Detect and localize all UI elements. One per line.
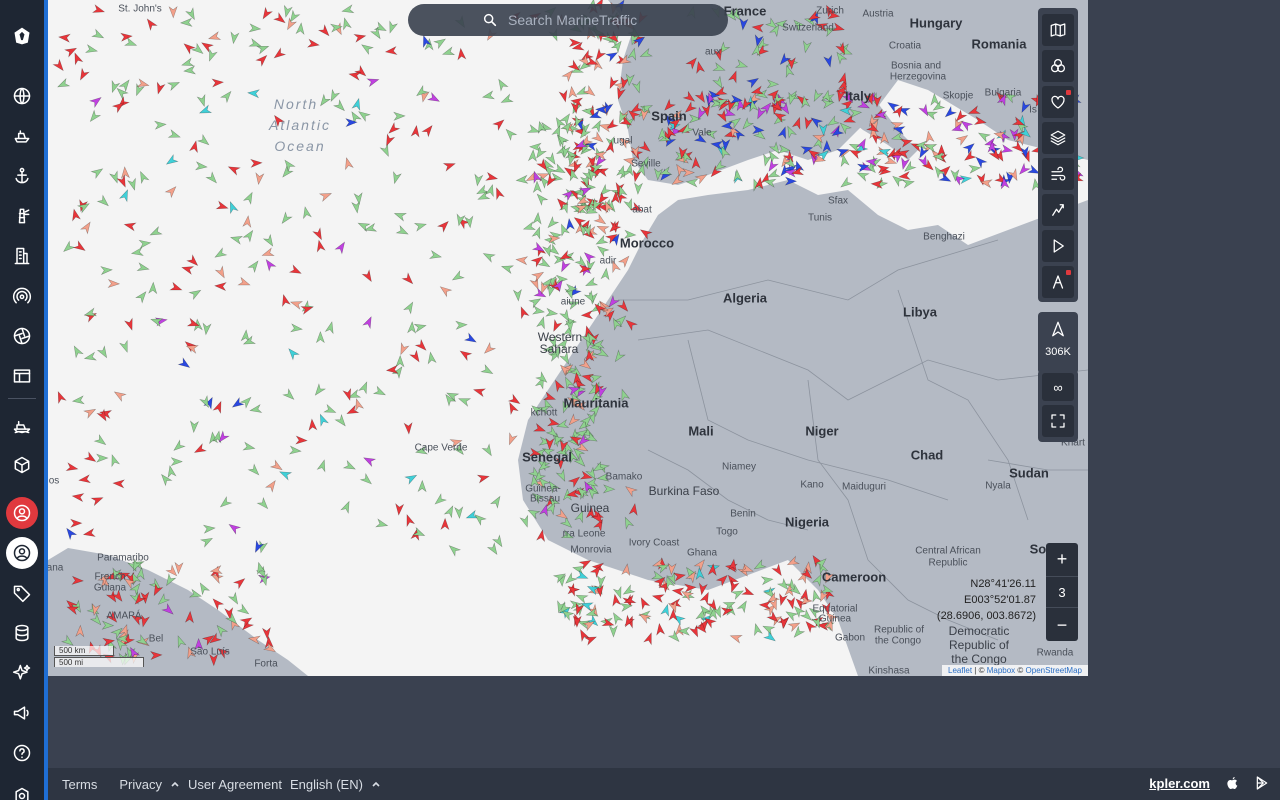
lock-badge	[1066, 270, 1071, 275]
settings-icon[interactable]	[6, 780, 38, 800]
weather-icon	[1051, 166, 1066, 181]
osm-link[interactable]: OpenStreetMap	[1026, 666, 1082, 675]
measure-icon	[1052, 275, 1064, 289]
map-attribution: Leaflet | © Mapbox © OpenStreetMap	[942, 665, 1088, 676]
user-agreement-link[interactable]: User Agreement	[188, 777, 282, 792]
vessel-count-panel: 306K	[1038, 312, 1078, 374]
map-scale: 500 km 500 mi	[54, 646, 144, 667]
layers-button[interactable]	[1042, 122, 1074, 154]
view-options-panel: ∞	[1038, 370, 1078, 442]
sidebar-divider	[8, 398, 36, 399]
language-label: English (EN)	[289, 776, 363, 792]
infinity-button[interactable]: ∞	[1042, 373, 1074, 401]
apple-icon[interactable]	[1224, 774, 1240, 792]
coord-lat: N28°41'26.11	[970, 578, 1036, 590]
sparkle-icon[interactable]	[6, 657, 38, 689]
density-icon	[1052, 204, 1064, 216]
map-tools-panel	[1038, 8, 1078, 302]
playback-icon	[1053, 239, 1064, 253]
fleet-icon[interactable]	[6, 409, 38, 441]
footer-bar: Terms Privacy User Agreement English (EN…	[48, 768, 1280, 800]
fullscreen-button[interactable]	[1042, 405, 1074, 437]
live-map[interactable]: France Zurich Austria Hungary Switzerlan…	[48, 0, 1088, 676]
lighthouse-icon[interactable]	[6, 200, 38, 232]
zoom-out-button[interactable]: −	[1046, 609, 1078, 641]
privacy-label: Privacy	[119, 776, 163, 792]
favorites-icon	[1051, 95, 1065, 109]
aperture-icon[interactable]	[6, 320, 38, 352]
filters-button[interactable]	[1042, 50, 1074, 82]
privacy-link[interactable]: Privacy	[119, 777, 180, 792]
favorites-button[interactable]	[1042, 86, 1074, 118]
leaflet-link[interactable]: Leaflet	[948, 666, 972, 675]
mapbox-link[interactable]: Mapbox	[987, 666, 1015, 675]
attrib-sep-1: | ©	[972, 666, 987, 675]
filter-circles-icon	[1050, 58, 1066, 73]
density-button[interactable]	[1042, 194, 1074, 226]
google-play-icon[interactable]	[1254, 774, 1270, 792]
coord-lon: E003°52'01.87	[964, 594, 1036, 606]
tag-icon[interactable]	[6, 577, 38, 609]
language-selector[interactable]: English (EN)	[290, 777, 381, 792]
megaphone-icon[interactable]	[6, 697, 38, 729]
zoom-in-button[interactable]: +	[1046, 543, 1078, 575]
zoom-control: + 3 −	[1046, 543, 1078, 641]
stations-icon[interactable]	[6, 280, 38, 312]
table-icon[interactable]	[6, 360, 38, 392]
zoom-level: 3	[1046, 576, 1078, 608]
ports-icon[interactable]	[6, 160, 38, 192]
scale-mi: 500 mi	[54, 657, 144, 667]
coord-decimal: (28.6906, 003.8672)	[936, 610, 1036, 622]
live-map-icon[interactable]	[6, 80, 38, 112]
navigation-arrow-icon[interactable]	[1049, 320, 1067, 338]
help-icon[interactable]	[6, 737, 38, 769]
footer-right: kpler.com	[1149, 774, 1270, 792]
layers-icon	[1050, 130, 1066, 146]
map-icon	[1050, 23, 1066, 37]
terms-link[interactable]: Terms	[62, 777, 97, 792]
map-type-button[interactable]	[1042, 14, 1074, 46]
lock-badge	[1066, 90, 1071, 95]
search-icon	[483, 13, 497, 27]
vessel-count: 306K	[1045, 346, 1071, 358]
attrib-sep-2: ©	[1015, 666, 1026, 675]
account-red-icon[interactable]	[6, 497, 38, 529]
logo-icon[interactable]	[6, 20, 38, 52]
kpler-link[interactable]: kpler.com	[1149, 776, 1210, 791]
measure-button[interactable]	[1042, 266, 1074, 298]
scale-km: 500 km	[54, 646, 114, 656]
cube-icon[interactable]	[6, 449, 38, 481]
vessels-icon[interactable]	[6, 120, 38, 152]
map-basemap	[48, 0, 1088, 676]
search-input[interactable]: Search MarineTraffic	[508, 12, 637, 28]
chevron-up-icon	[171, 781, 179, 787]
main-sidebar	[0, 0, 44, 800]
chevron-up-icon	[372, 781, 380, 787]
playback-button[interactable]	[1042, 230, 1074, 262]
cursor-coordinates: N28°41'26.11 E003°52'01.87 (28.6906, 003…	[937, 576, 1036, 624]
weather-button[interactable]	[1042, 158, 1074, 190]
companies-icon[interactable]	[6, 240, 38, 272]
search-bar[interactable]: Search MarineTraffic	[408, 4, 728, 36]
database-icon[interactable]	[6, 617, 38, 649]
fullscreen-icon	[1051, 414, 1065, 428]
account-icon[interactable]	[6, 537, 38, 569]
